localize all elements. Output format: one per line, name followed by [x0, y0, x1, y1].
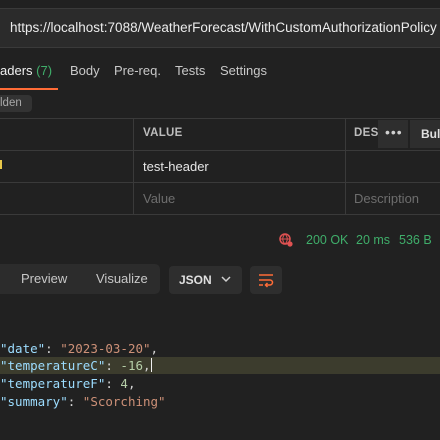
- response-size[interactable]: 536 B: [399, 233, 432, 247]
- wrap-lines-icon: [259, 274, 274, 288]
- hidden-headers-label: lden: [0, 97, 22, 109]
- json-value: 4: [120, 376, 128, 391]
- tab-headers-label: aders: [0, 63, 33, 78]
- json-key: "date": [0, 341, 46, 356]
- new-value-input[interactable]: Value: [143, 191, 175, 206]
- preview-tab[interactable]: Preview: [21, 271, 67, 286]
- more-options-label: •••: [385, 124, 403, 140]
- code-line-active[interactable]: "temperatureC": -16,: [0, 357, 440, 374]
- hidden-headers-toggle[interactable]: lden: [0, 95, 32, 112]
- table-col-divider: [345, 118, 346, 214]
- bulk-edit-label: Bul: [421, 127, 440, 141]
- row-enabled-checkbox[interactable]: [0, 160, 2, 169]
- tab-headers-count: (7): [36, 63, 53, 78]
- table-top-border: [0, 118, 440, 119]
- header-value-cell[interactable]: test-header: [143, 159, 209, 174]
- wrap-lines-button[interactable]: [250, 266, 282, 294]
- tab-body[interactable]: Body: [70, 63, 100, 78]
- json-key: "temperatureC": [0, 358, 106, 373]
- bulk-edit-button[interactable]: Bul: [410, 120, 440, 148]
- url-input[interactable]: https://localhost:7088/WeatherForecast/W…: [10, 20, 437, 35]
- request-tabs: aders (7) Body Pre-req. Tests Settings: [0, 63, 440, 83]
- tab-tests[interactable]: Tests: [175, 63, 205, 78]
- text-cursor: [150, 358, 152, 372]
- active-tab-indicator: [0, 88, 58, 90]
- description-column-header: DES: [354, 127, 379, 139]
- table-bottom-border: [0, 214, 440, 215]
- tab-pre-request[interactable]: Pre-req.: [114, 63, 161, 78]
- code-line[interactable]: "date": "2023-03-20",: [0, 340, 440, 357]
- json-value: -16: [120, 358, 143, 373]
- table-header-border: [0, 150, 440, 151]
- view-mode-toggle: Preview Visualize: [0, 264, 160, 294]
- format-label: JSON: [179, 273, 212, 287]
- new-description-input[interactable]: Description: [354, 191, 419, 206]
- json-key: "summary": [0, 394, 68, 409]
- format-select[interactable]: JSON: [169, 266, 242, 294]
- visualize-tab[interactable]: Visualize: [96, 271, 148, 286]
- code-line[interactable]: "temperatureF": 4,: [0, 375, 440, 392]
- more-options-button[interactable]: •••: [378, 120, 408, 148]
- tab-settings[interactable]: Settings: [220, 63, 267, 78]
- json-value: "2023-03-20": [60, 341, 151, 356]
- table-col-divider: [133, 118, 134, 214]
- globe-icon[interactable]: [279, 233, 293, 247]
- chevron-down-icon: [221, 276, 231, 283]
- table-row-border: [0, 182, 440, 183]
- status-code[interactable]: 200 OK: [306, 233, 348, 247]
- response-time[interactable]: 20 ms: [356, 233, 390, 247]
- json-key: "temperatureF": [0, 376, 106, 391]
- tab-headers[interactable]: aders (7): [0, 63, 52, 78]
- code-line[interactable]: "summary": "Scorching": [0, 393, 440, 410]
- value-column-header: VALUE: [143, 127, 183, 139]
- json-value: "Scorching": [82, 394, 166, 409]
